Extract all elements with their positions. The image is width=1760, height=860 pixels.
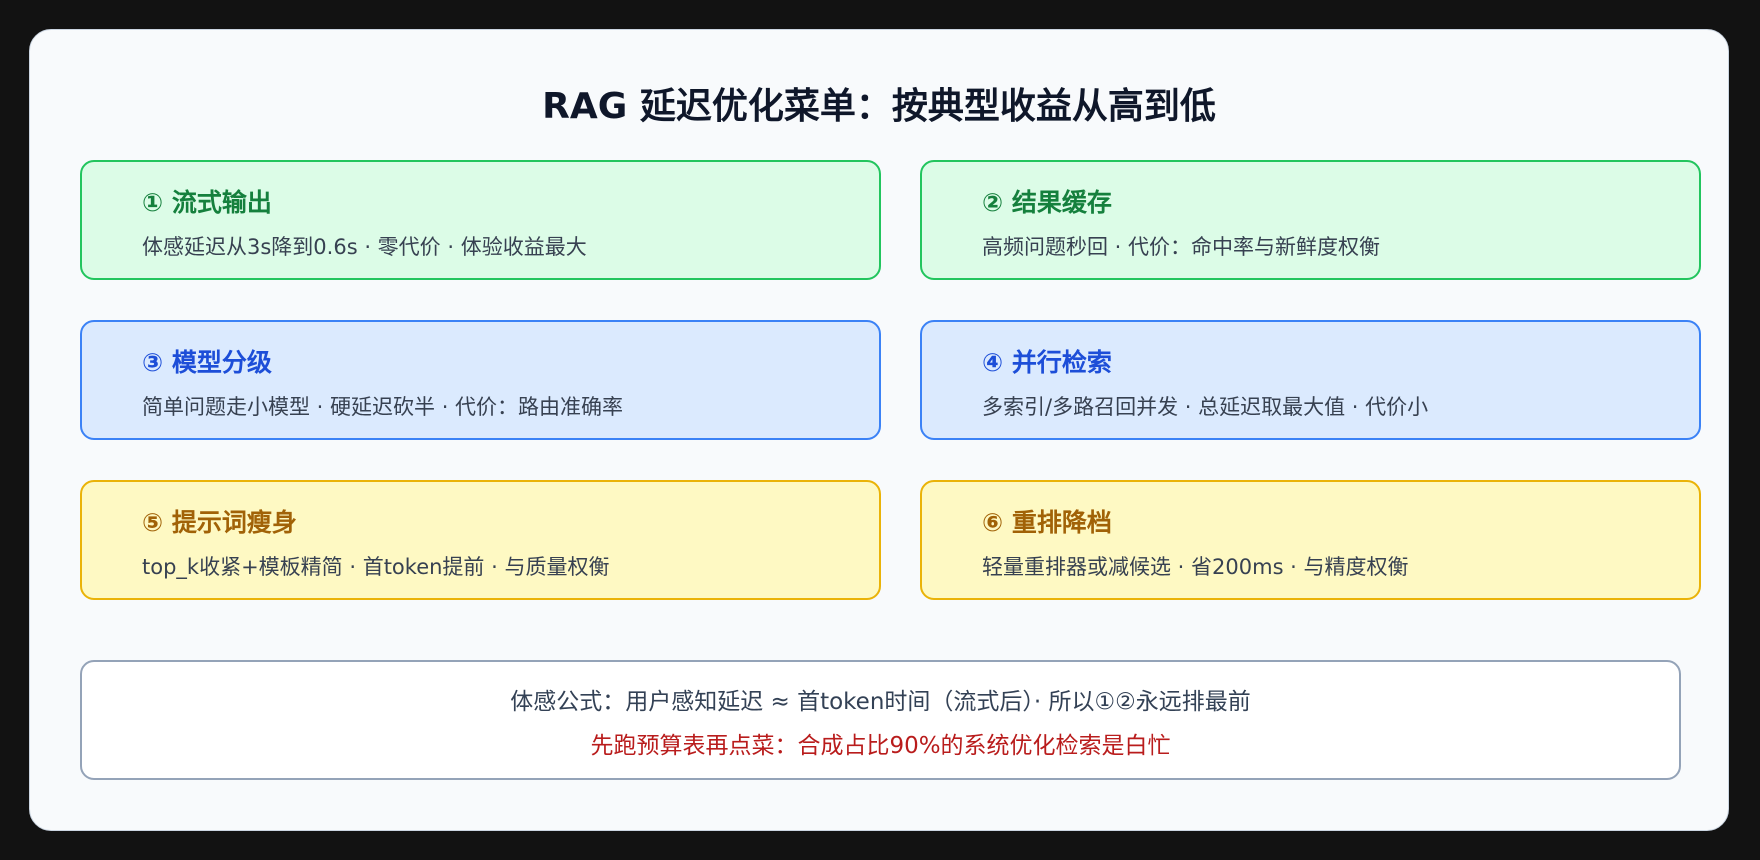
card-parallel-retrieval: ④ 并行检索 多索引/多路召回并发 · 总延迟取最大值 · 代价小 xyxy=(920,320,1701,440)
card-title: ④ 并行检索 xyxy=(982,348,1112,377)
card-title: ② 结果缓存 xyxy=(982,188,1112,217)
formula-warning: 先跑预算表再点菜：合成占比90%的系统优化检索是白忙 xyxy=(590,733,1171,759)
card-prompt-slimming: ⑤ 提示词瘦身 top_k收紧+模板精简 · 首token提前 · 与质量权衡 xyxy=(80,480,881,600)
card-title: ③ 模型分级 xyxy=(142,348,272,377)
card-description: top_k收紧+模板精简 · 首token提前 · 与质量权衡 xyxy=(142,555,610,579)
card-description: 轻量重排器或减候选 · 省200ms · 与精度权衡 xyxy=(982,555,1409,579)
card-description: 简单问题走小模型 · 硬延迟砍半 · 代价：路由准确率 xyxy=(142,395,624,419)
card-result-cache: ② 结果缓存 高频问题秒回 · 代价：命中率与新鲜度权衡 xyxy=(920,160,1701,280)
card-rerank-downgrade: ⑥ 重排降档 轻量重排器或减候选 · 省200ms · 与精度权衡 xyxy=(920,480,1701,600)
card-description: 体感延迟从3s降到0.6s · 零代价 · 体验收益最大 xyxy=(142,235,587,259)
main-panel: RAG 延迟优化菜单：按典型收益从高到低 ① 流式输出 体感延迟从3s降到0.6… xyxy=(29,29,1729,831)
card-title: ⑥ 重排降档 xyxy=(982,508,1112,537)
card-description: 多索引/多路召回并发 · 总延迟取最大值 · 代价小 xyxy=(982,395,1429,419)
formula-box: 体感公式：用户感知延迟 ≈ 首token时间（流式后）· 所以①②永远排最前 先… xyxy=(80,660,1681,780)
card-model-tiering: ③ 模型分级 简单问题走小模型 · 硬延迟砍半 · 代价：路由准确率 xyxy=(80,320,881,440)
card-description: 高频问题秒回 · 代价：命中率与新鲜度权衡 xyxy=(982,235,1381,259)
page-title: RAG 延迟优化菜单：按典型收益从高到低 xyxy=(542,86,1216,127)
card-title: ⑤ 提示词瘦身 xyxy=(142,508,297,537)
card-title: ① 流式输出 xyxy=(142,188,272,217)
formula-text: 体感公式：用户感知延迟 ≈ 首token时间（流式后）· 所以①②永远排最前 xyxy=(510,689,1251,715)
card-streaming-output: ① 流式输出 体感延迟从3s降到0.6s · 零代价 · 体验收益最大 xyxy=(80,160,881,280)
